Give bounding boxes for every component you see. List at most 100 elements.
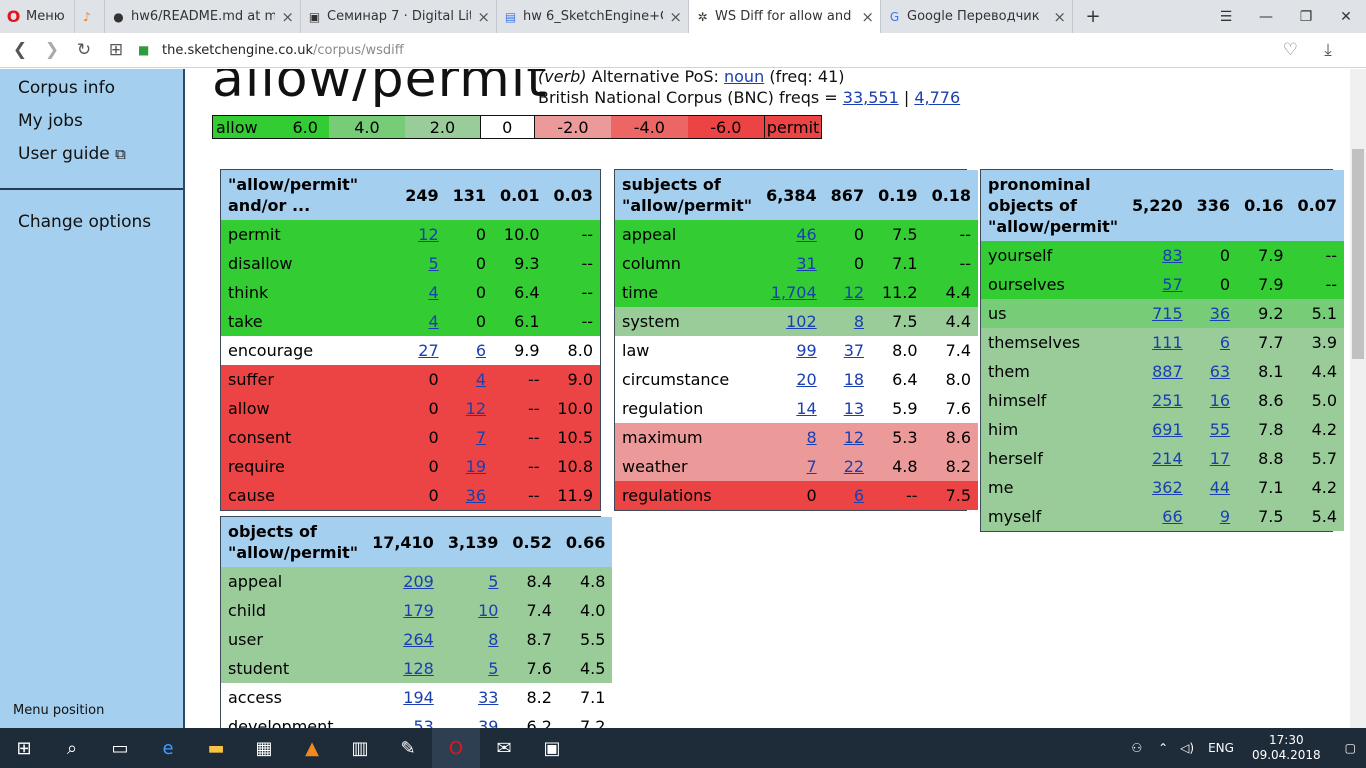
download-icon[interactable]: ⤓ <box>1312 34 1344 66</box>
freq-cell[interactable]: 1,704 <box>759 278 824 307</box>
speed-dial-grid-icon[interactable]: ⊞ <box>100 34 132 66</box>
scrollbar-thumb[interactable] <box>1352 149 1364 359</box>
reload-button[interactable]: ↻ <box>68 34 100 66</box>
freq-link[interactable]: 128 <box>403 659 434 678</box>
freq-cell[interactable]: 7 <box>446 423 493 452</box>
sidebar-item-change-options[interactable]: Change options <box>18 212 151 232</box>
freq-cell[interactable]: 6 <box>1190 328 1237 357</box>
freq-link[interactable]: 6 <box>854 486 864 505</box>
freq-cell[interactable]: 209 <box>365 567 441 596</box>
vertical-scrollbar[interactable] <box>1350 69 1366 728</box>
freq-link[interactable]: 37 <box>844 341 864 360</box>
freq-link[interactable]: 55 <box>1210 420 1230 439</box>
freq-link[interactable]: 887 <box>1152 362 1183 381</box>
freq-link[interactable]: 12 <box>844 283 864 302</box>
freq-cell[interactable]: 37 <box>824 336 871 365</box>
minimize-button[interactable]: — <box>1246 0 1286 33</box>
chevron-up-icon[interactable]: ⌃ <box>1152 741 1174 755</box>
freq-link[interactable]: 8 <box>806 428 816 447</box>
speed-dial-tab[interactable]: ♪ <box>75 0 105 33</box>
heart-icon[interactable]: ♡ <box>1283 40 1298 60</box>
photos-icon[interactable]: ▣ <box>528 728 576 768</box>
freq-link[interactable]: 179 <box>403 601 434 620</box>
freq-link[interactable]: 66 <box>1162 507 1182 526</box>
back-button[interactable]: ❮ <box>4 34 36 66</box>
folder-icon[interactable]: ▬ <box>192 728 240 768</box>
freq-cell[interactable]: 27 <box>398 336 445 365</box>
freq-cell[interactable]: 5 <box>441 567 506 596</box>
mail-icon[interactable]: ✉ <box>480 728 528 768</box>
new-tab-button[interactable]: + <box>1073 0 1113 33</box>
freq-link[interactable]: 12 <box>418 225 438 244</box>
tab-docs[interactable]: ▤ hw 6_SketchEngine+Goog × <box>497 0 689 33</box>
freq-cell[interactable]: 5 <box>441 654 506 683</box>
opera-icon[interactable]: O <box>432 728 480 768</box>
close-icon[interactable]: × <box>855 8 874 26</box>
url-field[interactable]: ■ the.sketchengine.co.uk/corpus/wsdiff ♡ <box>138 37 1298 63</box>
close-icon[interactable]: × <box>471 8 490 26</box>
freq1-link[interactable]: 33,551 <box>843 88 899 107</box>
freq-link[interactable]: 264 <box>403 630 434 649</box>
freq-link[interactable]: 44 <box>1210 478 1230 497</box>
paint-icon[interactable]: ✎ <box>384 728 432 768</box>
freq-cell[interactable]: 7 <box>759 452 824 481</box>
freq-cell[interactable]: 9 <box>1190 502 1237 531</box>
freq-link[interactable]: 5 <box>428 254 438 273</box>
freq-cell[interactable]: 194 <box>365 683 441 712</box>
freq-cell[interactable]: 5 <box>398 249 445 278</box>
notification-icon[interactable]: ▢ <box>1331 741 1366 755</box>
freq-link[interactable]: 111 <box>1152 333 1183 352</box>
freq-cell[interactable]: 39 <box>441 712 506 728</box>
volume-icon[interactable]: ◁) <box>1174 741 1200 755</box>
tab-wsdiff[interactable]: ✲ WS Diff for allow and perr × <box>689 0 881 33</box>
freq-cell[interactable]: 12 <box>398 220 445 249</box>
freq-link[interactable]: 691 <box>1152 420 1183 439</box>
freq-cell[interactable]: 36 <box>1190 299 1237 328</box>
freq-cell[interactable]: 31 <box>759 249 824 278</box>
freq-cell[interactable]: 19 <box>446 452 493 481</box>
close-icon[interactable]: × <box>1047 8 1066 26</box>
freq-cell[interactable]: 57 <box>1125 270 1190 299</box>
freq-cell[interactable]: 46 <box>759 220 824 249</box>
freq-link[interactable]: 102 <box>786 312 817 331</box>
freq-link[interactable]: 99 <box>796 341 816 360</box>
freq-cell[interactable]: 13 <box>824 394 871 423</box>
freq-cell[interactable]: 16 <box>1190 386 1237 415</box>
freq-link[interactable]: 1,704 <box>771 283 817 302</box>
freq-cell[interactable]: 6 <box>824 481 871 510</box>
freq-cell[interactable]: 10 <box>441 596 506 625</box>
forward-button[interactable]: ❯ <box>36 34 68 66</box>
freq-link[interactable]: 14 <box>796 399 816 418</box>
freq-link[interactable]: 8 <box>488 630 498 649</box>
freq-cell[interactable]: 691 <box>1125 415 1190 444</box>
freq-cell[interactable]: 53 <box>365 712 441 728</box>
freq-cell[interactable]: 99 <box>759 336 824 365</box>
freq-link[interactable]: 20 <box>796 370 816 389</box>
freq-cell[interactable]: 6 <box>446 336 493 365</box>
freq-link[interactable]: 36 <box>1210 304 1230 323</box>
edge-icon[interactable]: e <box>144 728 192 768</box>
freq-cell[interactable]: 887 <box>1125 357 1190 386</box>
tab-seminar[interactable]: ▣ Семинар 7 · Digital Litera × <box>301 0 497 33</box>
freq-link[interactable]: 209 <box>403 572 434 591</box>
freq-link[interactable]: 4 <box>428 312 438 331</box>
freq-link[interactable]: 9 <box>1220 507 1230 526</box>
people-icon[interactable]: ⚇ <box>1121 741 1152 755</box>
alt-pos-link[interactable]: noun <box>724 69 764 86</box>
restore-button[interactable]: ❐ <box>1286 0 1326 33</box>
freq-link[interactable]: 57 <box>1162 275 1182 294</box>
language-indicator[interactable]: ENG <box>1200 741 1242 755</box>
freq-cell[interactable]: 44 <box>1190 473 1237 502</box>
freq-cell[interactable]: 214 <box>1125 444 1190 473</box>
freq-cell[interactable]: 14 <box>759 394 824 423</box>
freq-link[interactable]: 46 <box>796 225 816 244</box>
close-icon[interactable]: × <box>663 8 682 26</box>
freq-cell[interactable]: 33 <box>441 683 506 712</box>
freq-cell[interactable]: 111 <box>1125 328 1190 357</box>
freq-link[interactable]: 39 <box>478 717 498 728</box>
freq-link[interactable]: 12 <box>844 428 864 447</box>
freq-cell[interactable]: 128 <box>365 654 441 683</box>
freq-link[interactable]: 4 <box>428 283 438 302</box>
freq-link[interactable]: 22 <box>844 457 864 476</box>
freq-link[interactable]: 33 <box>478 688 498 707</box>
